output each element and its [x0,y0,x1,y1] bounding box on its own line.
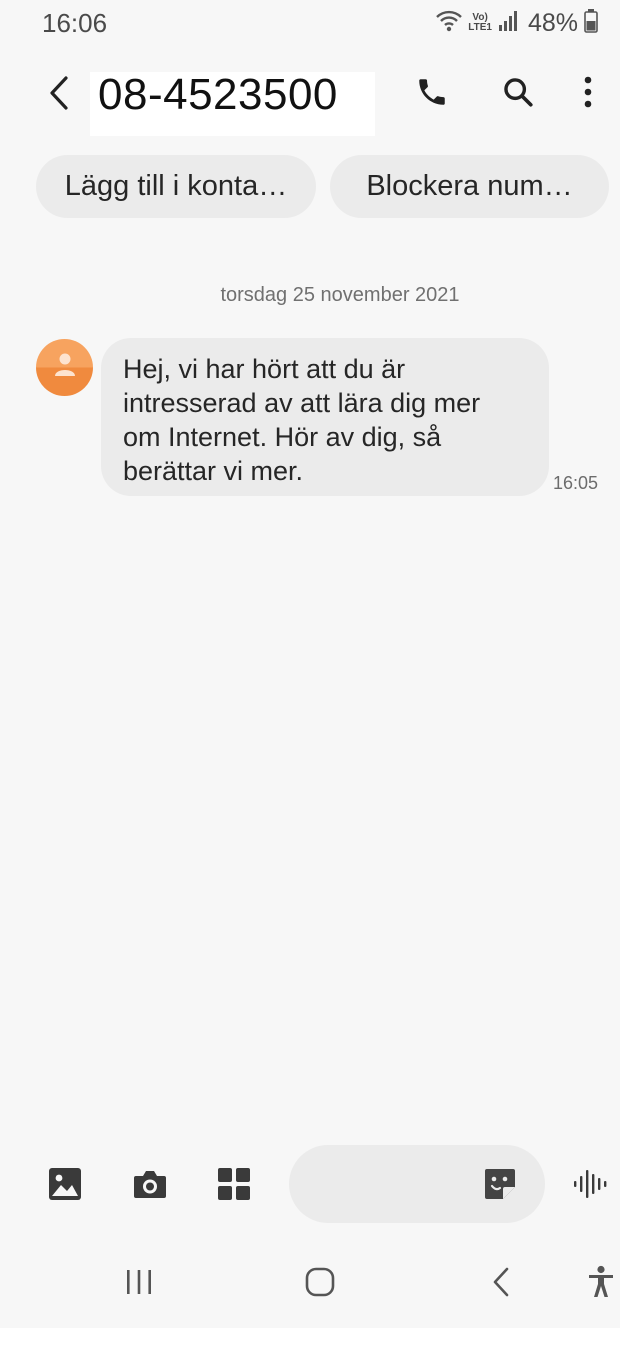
status-time: 16:06 [42,8,108,38]
gallery-button[interactable] [43,1164,87,1208]
search-button[interactable] [496,72,540,116]
phone-icon [415,75,449,114]
person-icon [54,352,76,383]
camera-button[interactable] [128,1164,172,1208]
bottom-strip [0,1328,620,1352]
nav-back-icon [491,1267,511,1302]
date-separator: torsdag 25 november 2021 [220,284,460,306]
wifi-icon [436,10,463,37]
message-line: berättar vi mer. [123,456,304,486]
sticker-button[interactable] [478,1164,522,1208]
voice-icon [572,1167,608,1206]
search-icon [501,75,535,114]
status-icons: Vo) LTE1 48% [436,8,598,38]
signal-icon [498,10,518,37]
message-bubble[interactable]: Hej, vi har hört att du är intresserad a… [101,338,549,496]
block-number-chip[interactable]: Blockera num… [330,155,609,218]
message-line: om Internet. Hör av dig, så [123,422,442,452]
home-button[interactable] [295,1262,345,1306]
sticker-icon [483,1167,517,1206]
volte-bottom-label: LTE1 [468,22,492,33]
accessibility-button[interactable] [576,1262,620,1306]
battery-icon [584,8,598,38]
battery-percent: 48% [527,8,578,37]
home-icon [304,1266,336,1303]
add-to-contacts-chip[interactable]: Lägg till i konta… [36,155,316,218]
back-icon [47,75,71,116]
back-button[interactable] [38,72,80,118]
call-button[interactable] [410,72,454,116]
message-timestamp: 16:05 [553,473,599,493]
camera-icon [132,1168,168,1205]
apps-icon [217,1167,251,1206]
voice-button[interactable] [568,1164,612,1208]
more-icon [582,75,594,114]
avatar[interactable] [36,339,93,396]
recents-icon [124,1268,154,1301]
more-options-button[interactable] [566,72,610,116]
accessibility-icon [587,1265,615,1304]
message-line: Hej, vi har hört att du är [123,354,406,384]
recents-button[interactable] [114,1262,164,1306]
apps-button[interactable] [212,1164,256,1208]
gallery-icon [47,1166,83,1207]
contact-title: 08-4523500 [98,70,338,119]
volte-icon: Vo) LTE1 [468,13,492,33]
message-line: intresserad av att lära dig mer [123,388,481,418]
nav-back-button[interactable] [476,1262,526,1306]
